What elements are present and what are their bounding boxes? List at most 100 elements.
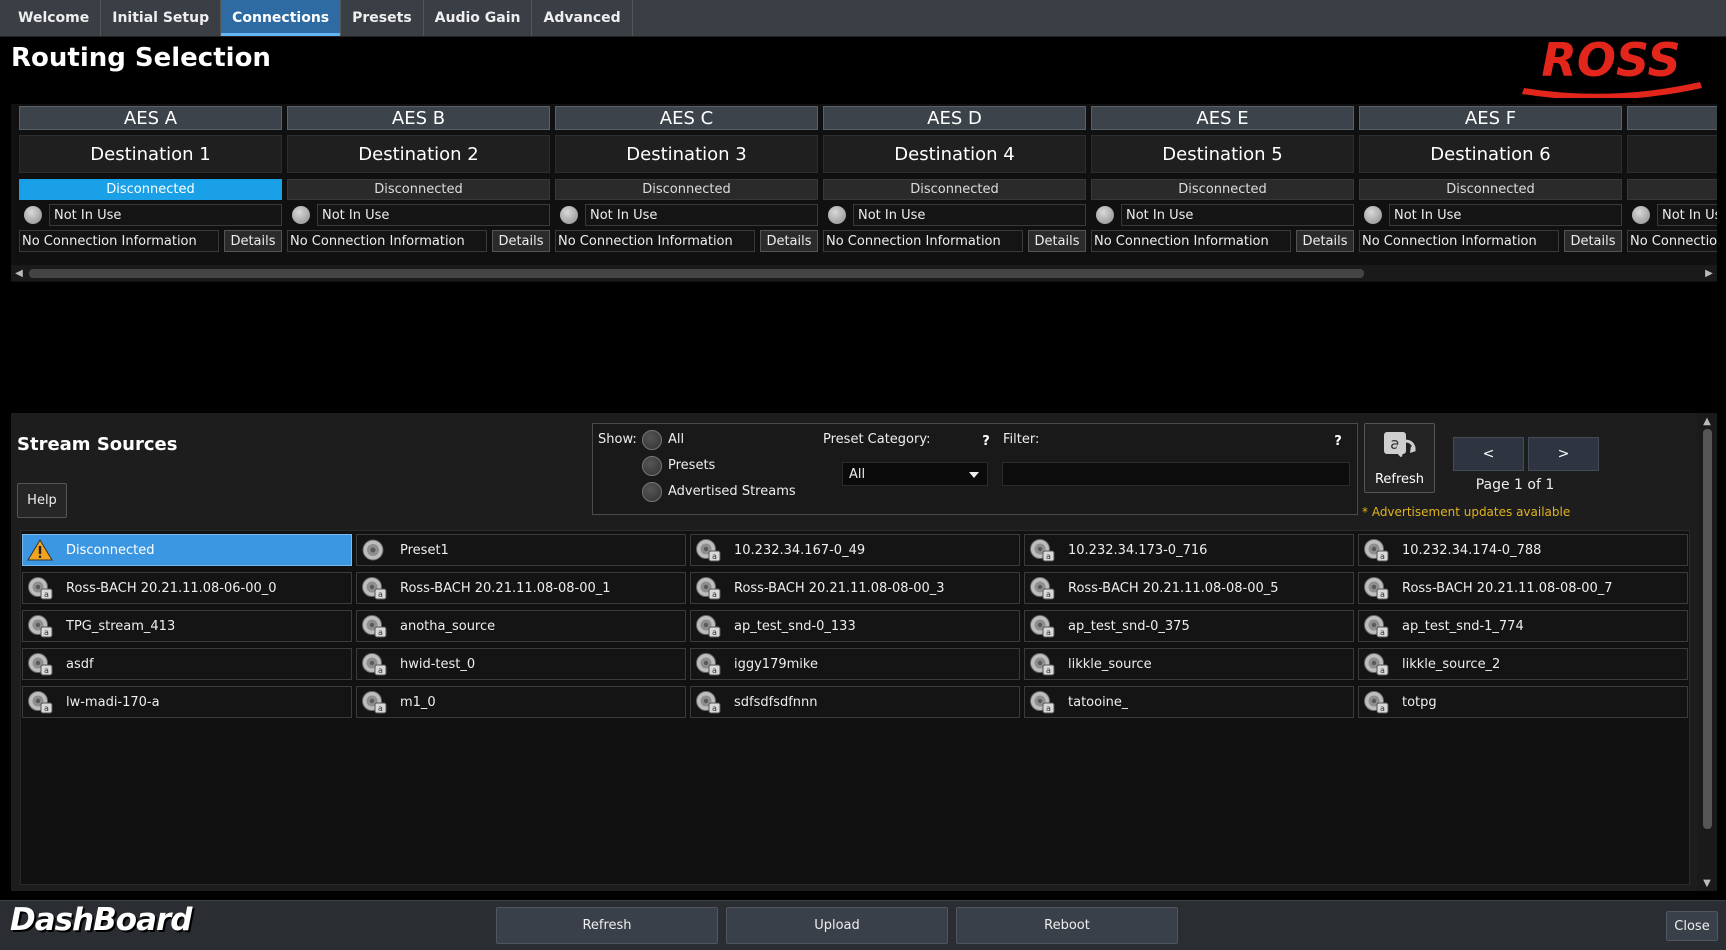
- details-button[interactable]: Details: [492, 230, 550, 252]
- scroll-down-icon[interactable]: ▼: [1697, 876, 1717, 890]
- prev-page-button[interactable]: <: [1453, 437, 1524, 471]
- vertical-scroll-thumb[interactable]: [1703, 429, 1712, 829]
- destination-use-label: Not In Use: [49, 204, 282, 226]
- tab-audio-gain[interactable]: Audio Gain: [424, 0, 533, 36]
- destination-status[interactable]: Disconnected: [19, 179, 282, 200]
- show-all-radio[interactable]: [642, 430, 662, 450]
- source-item-label: likkle_source_2: [1402, 656, 1501, 672]
- source-item[interactable]: a m1_0: [356, 686, 686, 718]
- details-button[interactable]: Details: [1028, 230, 1086, 252]
- source-item-label: asdf: [66, 656, 94, 672]
- filter-input[interactable]: [1002, 462, 1350, 486]
- horizontal-scroll-thumb[interactable]: [29, 269, 1364, 278]
- destination-status[interactable]: Disconnected: [1359, 179, 1622, 200]
- aes-header: AES C: [555, 106, 818, 130]
- source-item[interactable]: a asdf: [22, 648, 352, 680]
- source-item[interactable]: a Ross-BACH 20.21.11.08-08-00_5: [1024, 572, 1354, 604]
- show-presets-radio[interactable]: [642, 456, 662, 476]
- vertical-scrollbar[interactable]: ▲ ▼: [1697, 413, 1717, 891]
- source-item[interactable]: a likkle_source: [1024, 648, 1354, 680]
- source-item[interactable]: a Ross-BACH 20.21.11.08-08-00_7: [1358, 572, 1688, 604]
- source-item[interactable]: Disconnected: [22, 534, 352, 566]
- source-item-label: ap_test_snd-1_774: [1402, 618, 1524, 634]
- destination-status[interactable]: [1627, 179, 1717, 200]
- use-indicator-icon: [1632, 206, 1650, 224]
- destination-name[interactable]: D: [1627, 135, 1717, 173]
- svg-text:a: a: [1380, 590, 1385, 599]
- ross-logo: ROSS: [1522, 33, 1702, 98]
- svg-text:a: a: [378, 628, 383, 637]
- source-item[interactable]: a Ross-BACH 20.21.11.08-08-00_3: [690, 572, 1020, 604]
- destination-status[interactable]: Disconnected: [823, 179, 1086, 200]
- destination-name[interactable]: Destination 5: [1091, 135, 1354, 173]
- source-item[interactable]: a 10.232.34.173-0_716: [1024, 534, 1354, 566]
- tab-advanced[interactable]: Advanced: [532, 0, 633, 36]
- svg-text:a: a: [1380, 628, 1385, 637]
- use-indicator-icon: [292, 206, 310, 224]
- show-advertised-radio[interactable]: [642, 482, 662, 502]
- source-item[interactable]: a Ross-BACH 20.21.11.08-06-00_0: [22, 572, 352, 604]
- next-page-button[interactable]: >: [1528, 437, 1599, 471]
- scroll-up-icon[interactable]: ▲: [1697, 414, 1717, 428]
- use-indicator-icon: [828, 206, 846, 224]
- tab-initial-setup[interactable]: Initial Setup: [101, 0, 222, 36]
- source-item[interactable]: a iggy179mike: [690, 648, 1020, 680]
- tab-presets[interactable]: Presets: [341, 0, 424, 36]
- speaker-a-icon: a: [28, 615, 53, 638]
- destination-column: AES D Destination 4 Disconnected Not In Use…: [823, 106, 1086, 252]
- stream-sources-panel: Stream Sources Help Show: All Presets Ad…: [11, 413, 1717, 891]
- source-item[interactable]: a sdfsdfsdfnnn: [690, 686, 1020, 718]
- preset-category-label: Preset Category:: [823, 432, 931, 447]
- source-item[interactable]: a 10.232.34.174-0_788: [1358, 534, 1688, 566]
- details-button[interactable]: Details: [1296, 230, 1354, 252]
- source-item[interactable]: a 10.232.34.167-0_49: [690, 534, 1020, 566]
- tab-bar: Welcome Initial Setup Connections Presets Au…: [0, 0, 1726, 37]
- close-button[interactable]: Close: [1666, 911, 1718, 941]
- destination-status[interactable]: Disconnected: [287, 179, 550, 200]
- details-button[interactable]: Details: [1564, 230, 1622, 252]
- help-button[interactable]: Help: [17, 483, 67, 518]
- destination-use-row: Not In Use: [287, 204, 550, 226]
- destination-column: AES C Destination 3 Disconnected Not In Use…: [555, 106, 818, 252]
- scroll-left-icon[interactable]: ◀: [11, 265, 27, 281]
- destination-name[interactable]: Destination 6: [1359, 135, 1622, 173]
- reboot-button[interactable]: Reboot: [956, 907, 1178, 944]
- aes-header: AES B: [287, 106, 550, 130]
- tab-connections[interactable]: Connections: [221, 0, 342, 36]
- preset-category-help-icon[interactable]: ?: [978, 433, 994, 449]
- source-item[interactable]: a hwid-test_0: [356, 648, 686, 680]
- source-item[interactable]: a TPG_stream_413: [22, 610, 352, 642]
- refresh-button[interactable]: Refresh: [496, 907, 718, 944]
- source-item[interactable]: a tatooine_: [1024, 686, 1354, 718]
- source-item[interactable]: a totpg: [1358, 686, 1688, 718]
- horizontal-scrollbar[interactable]: ◀ ▶: [11, 265, 1717, 281]
- destination-use-row: Not In Use: [555, 204, 818, 226]
- source-item[interactable]: a ap_test_snd-1_774: [1358, 610, 1688, 642]
- destination-name[interactable]: Destination 2: [287, 135, 550, 173]
- destination-column: D Not In Use No Connection: [1627, 106, 1717, 252]
- source-item[interactable]: a ap_test_snd-0_375: [1024, 610, 1354, 642]
- destination-name[interactable]: Destination 4: [823, 135, 1086, 173]
- destination-name[interactable]: Destination 3: [555, 135, 818, 173]
- upload-button[interactable]: Upload: [726, 907, 948, 944]
- source-item-label: likkle_source: [1068, 656, 1152, 672]
- source-item[interactable]: a anotha_source: [356, 610, 686, 642]
- source-item[interactable]: a ap_test_snd-0_133: [690, 610, 1020, 642]
- destination-status[interactable]: Disconnected: [1091, 179, 1354, 200]
- source-item-label: tatooine_: [1068, 694, 1129, 710]
- details-button[interactable]: Details: [760, 230, 818, 252]
- destination-status[interactable]: Disconnected: [555, 179, 818, 200]
- preset-category-select[interactable]: All: [842, 462, 988, 486]
- source-item[interactable]: a lw-madi-170-a: [22, 686, 352, 718]
- source-item[interactable]: a likkle_source_2: [1358, 648, 1688, 680]
- source-item-label: m1_0: [400, 694, 436, 710]
- filter-help-icon[interactable]: ?: [1330, 433, 1346, 449]
- destination-column: AES B Destination 2 Disconnected Not In Use…: [287, 106, 550, 252]
- source-item[interactable]: a Ross-BACH 20.21.11.08-08-00_1: [356, 572, 686, 604]
- tab-welcome[interactable]: Welcome: [7, 0, 102, 36]
- scroll-right-icon[interactable]: ▶: [1701, 265, 1717, 281]
- source-item[interactable]: Preset1: [356, 534, 686, 566]
- refresh-sources-button[interactable]: a Refresh: [1364, 423, 1435, 493]
- destination-name[interactable]: Destination 1: [19, 135, 282, 173]
- details-button[interactable]: Details: [224, 230, 282, 252]
